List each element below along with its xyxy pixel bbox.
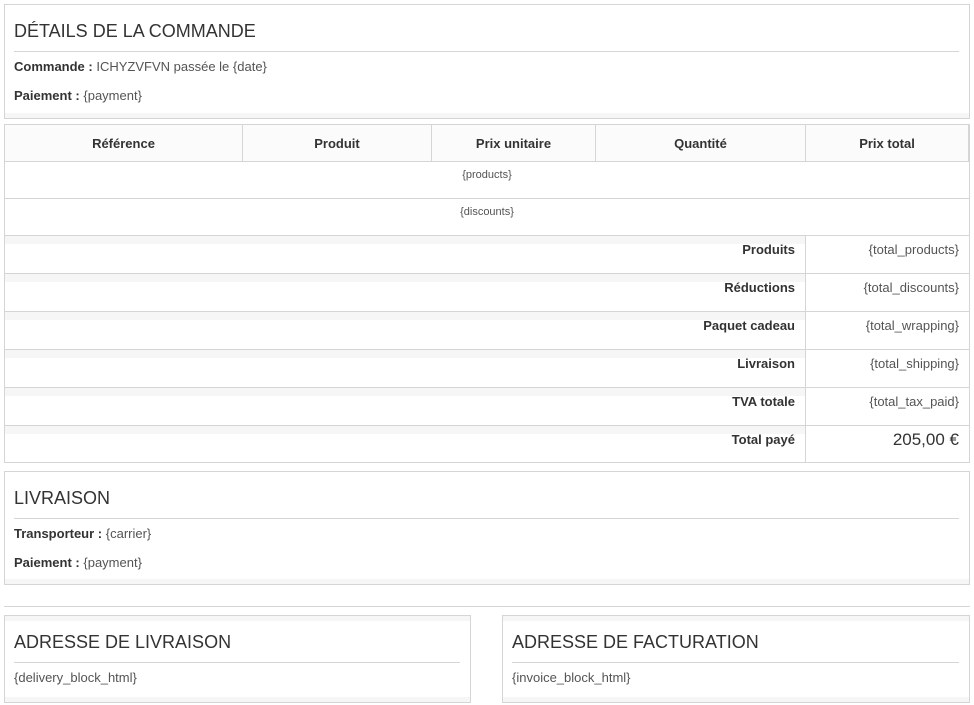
total-value: {total_wrapping}	[805, 312, 969, 349]
total-row-paid: Total payé 205,00 €	[5, 426, 969, 462]
carrier-label: Transporteur :	[14, 526, 103, 541]
order-label: Commande :	[14, 59, 93, 74]
total-row-products: Produits {total_products}	[5, 236, 969, 274]
total-paid-label: Total payé	[731, 432, 795, 447]
total-paid-value: 205,00 €	[805, 426, 969, 462]
invoice-address-content: {invoice_block_html}	[512, 670, 631, 685]
header-quantity: Quantité	[596, 125, 806, 162]
order-products-table: Référence Produit Prix unitaire Quantité…	[4, 124, 970, 463]
header-product: Produit	[243, 125, 432, 162]
order-details-bottom-stripe	[5, 113, 969, 118]
total-value: {total_tax_paid}	[805, 388, 969, 425]
delivery-top-stripe	[5, 616, 470, 621]
invoice-address-box: ADRESSE DE FACTURATION {invoice_block_ht…	[502, 615, 970, 703]
header-total-price: Prix total	[806, 125, 969, 162]
shipping-divider	[14, 518, 959, 519]
invoice-top-stripe	[503, 616, 969, 621]
delivery-address-box: ADRESSE DE LIVRAISON {delivery_block_htm…	[4, 615, 471, 703]
order-value: ICHYZVFVN passée le {date}	[96, 59, 267, 74]
total-value: {total_products}	[805, 236, 969, 273]
shipping-bottom-stripe	[5, 579, 969, 584]
total-row-discounts: Réductions {total_discounts}	[5, 274, 969, 312]
order-details-box: DÉTAILS DE LA COMMANDE Commande : ICHYZV…	[4, 4, 970, 119]
total-label: Livraison	[737, 356, 795, 371]
shipping-payment-label: Paiement :	[14, 555, 80, 570]
delivery-address-content: {delivery_block_html}	[14, 670, 137, 685]
total-value: {total_shipping}	[805, 350, 969, 387]
total-row-tax: TVA totale {total_tax_paid}	[5, 388, 969, 426]
payment-value: {payment}	[83, 88, 142, 103]
invoice-address-title: ADRESSE DE FACTURATION	[512, 632, 759, 652]
payment-label: Paiement :	[14, 88, 80, 103]
total-label: TVA totale	[732, 394, 795, 409]
delivery-bottom-stripe	[5, 697, 470, 702]
section-separator	[4, 606, 970, 607]
header-reference: Référence	[5, 125, 243, 162]
total-value: {total_discounts}	[805, 274, 969, 311]
carrier-line: Transporteur : {carrier}	[14, 526, 151, 541]
discounts-row: {discounts}	[5, 199, 969, 236]
invoice-address-divider	[512, 662, 959, 663]
total-label: Paquet cadeau	[703, 318, 795, 333]
total-label: Produits	[742, 242, 795, 257]
order-payment-line: Paiement : {payment}	[14, 88, 142, 103]
total-row-wrapping: Paquet cadeau {total_wrapping}	[5, 312, 969, 350]
total-label: Réductions	[724, 280, 795, 295]
shipping-title: LIVRAISON	[14, 488, 111, 508]
shipping-box: LIVRAISON Transporteur : {carrier} Paiem…	[4, 471, 970, 585]
shipping-payment-value: {payment}	[83, 555, 142, 570]
delivery-address-title: ADRESSE DE LIVRAISON	[14, 632, 232, 652]
invoice-bottom-stripe	[503, 697, 969, 702]
products-row: {products}	[5, 162, 969, 199]
order-details-title: DÉTAILS DE LA COMMANDE	[14, 21, 256, 41]
order-reference-line: Commande : ICHYZVFVN passée le {date}	[14, 59, 267, 74]
order-details-divider	[14, 51, 959, 52]
delivery-address-divider	[14, 662, 460, 663]
shipping-payment-line: Paiement : {payment}	[14, 555, 142, 570]
total-row-shipping: Livraison {total_shipping}	[5, 350, 969, 388]
header-unit-price: Prix unitaire	[432, 125, 596, 162]
carrier-value: {carrier}	[105, 526, 152, 541]
